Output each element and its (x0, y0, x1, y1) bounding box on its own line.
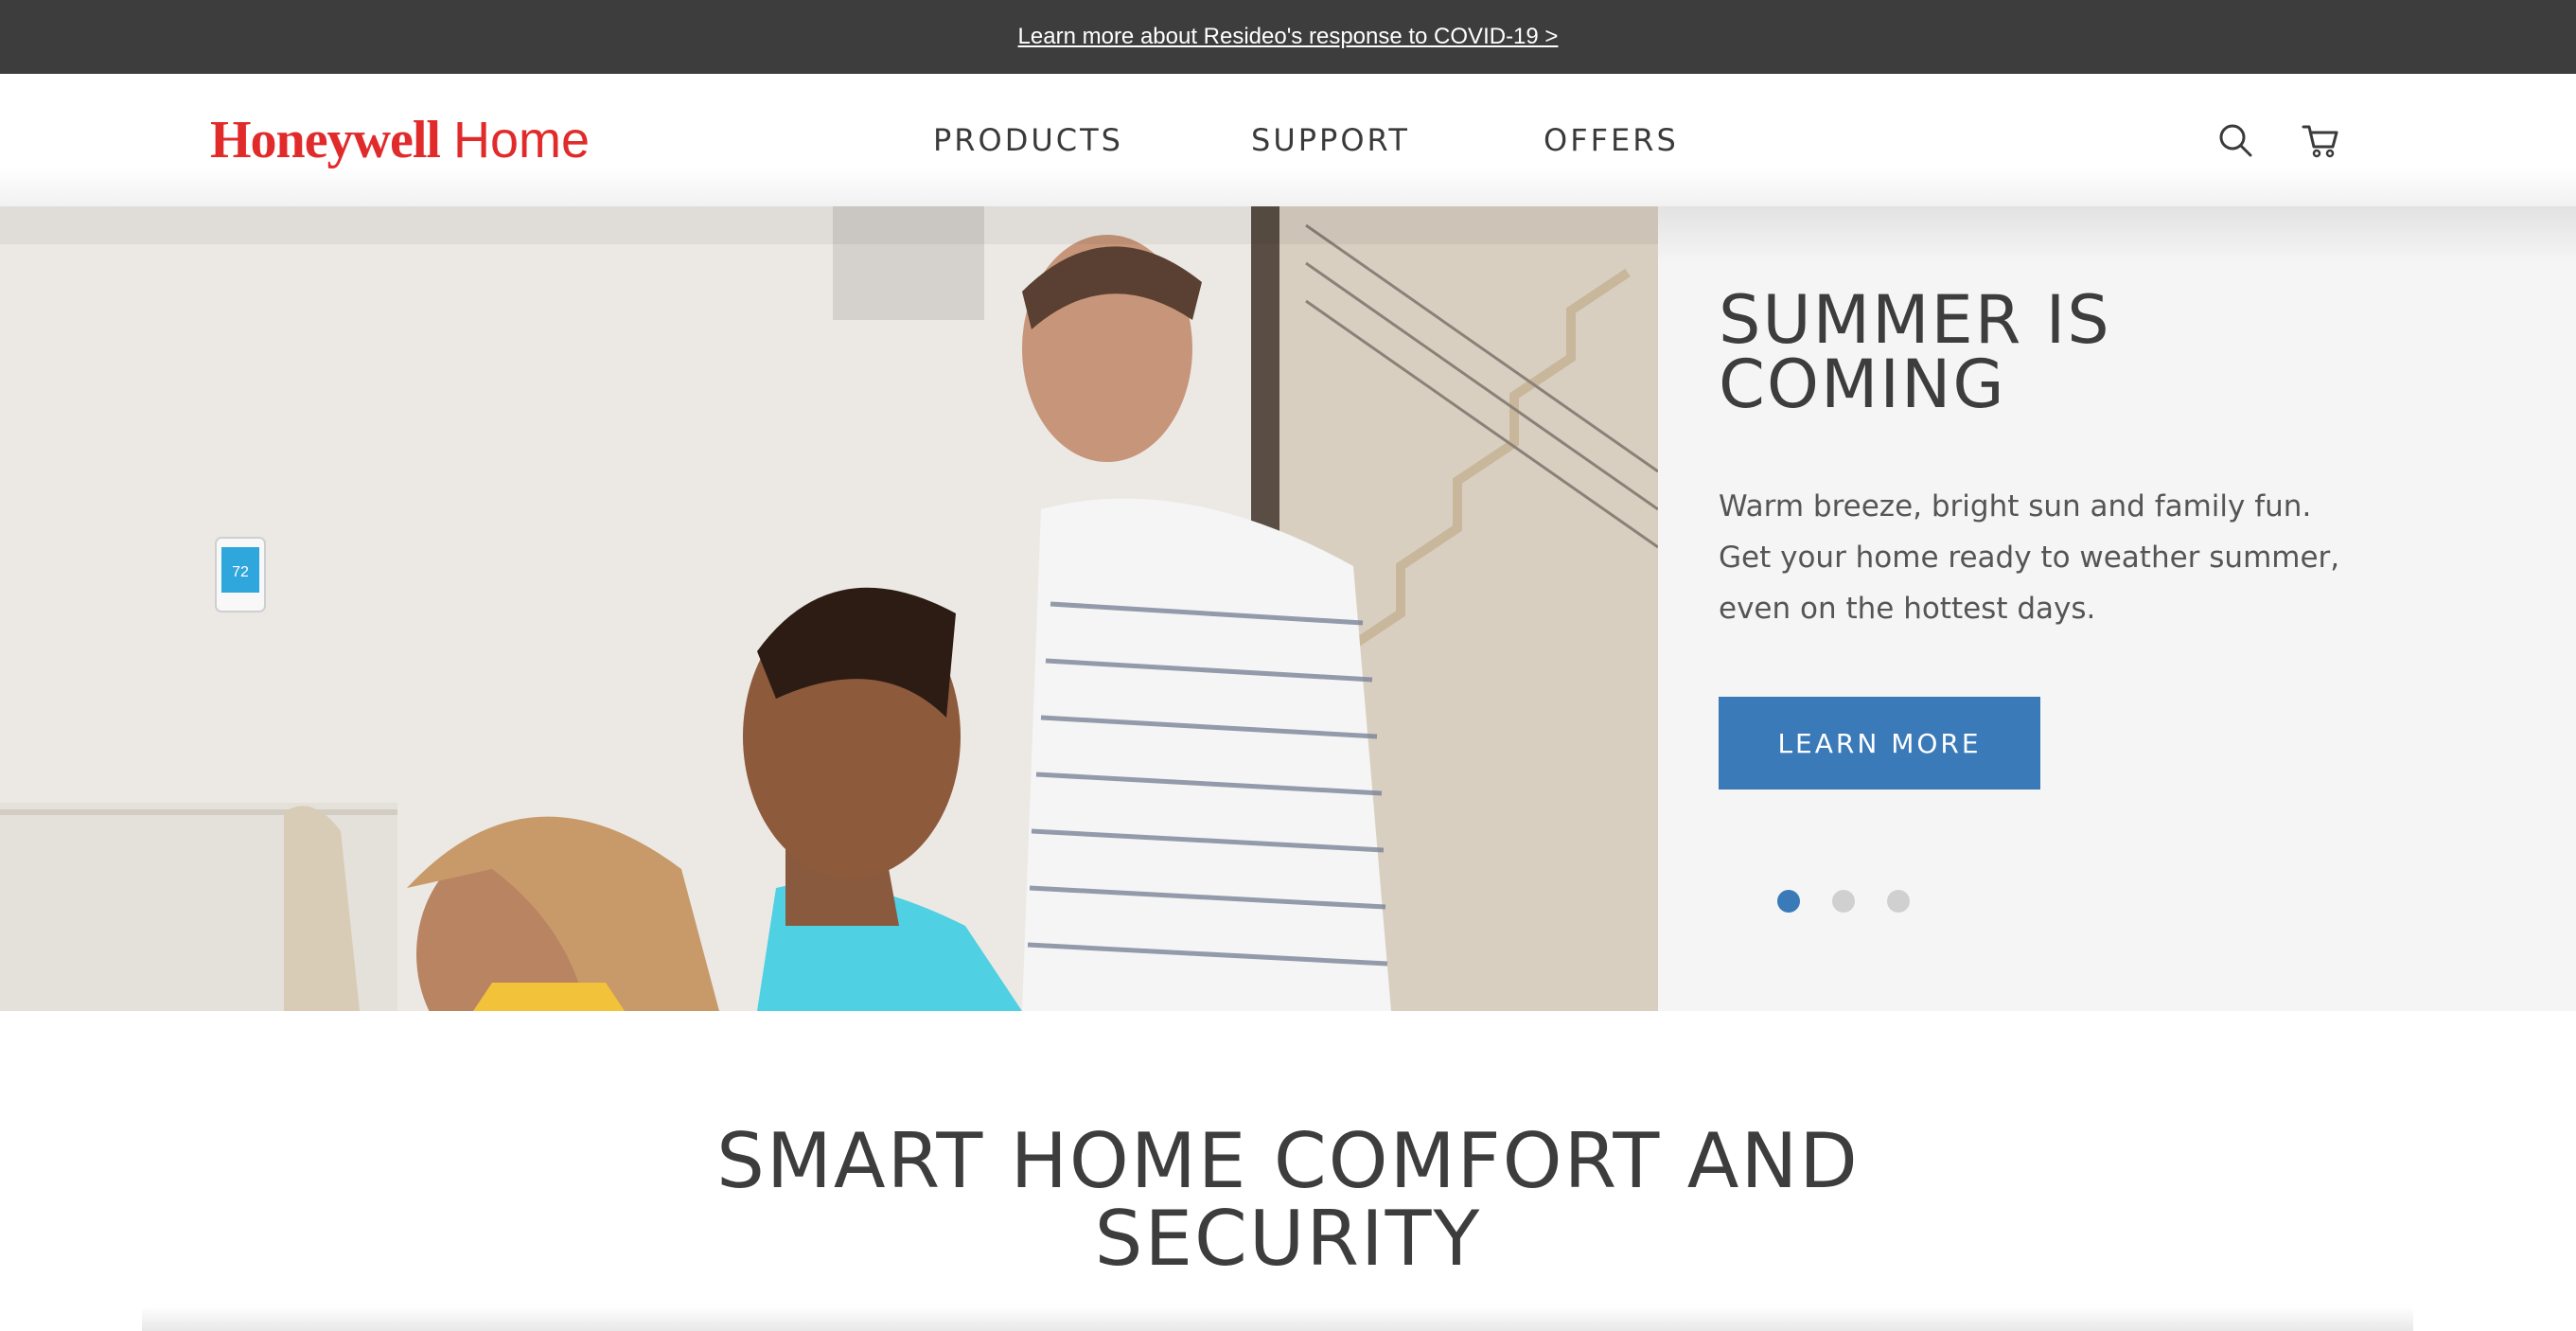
hero-carousel: 72 SUMMER IS COMING Warm breeze, bright … (0, 206, 2576, 1011)
section-title: SMART HOME COMFORT AND SECURITY (0, 1123, 2576, 1278)
search-icon[interactable] (2214, 119, 2256, 161)
carousel-dot-2[interactable] (1832, 890, 1855, 913)
section-title-text: SMART HOME COMFORT AND SECURITY (716, 1117, 1860, 1283)
carousel-dot-1[interactable] (1777, 890, 1800, 913)
hero-title: SUMMER IS COMING (1719, 281, 2111, 423)
honeywell-home-logo[interactable]: Honeywell Home (210, 110, 591, 169)
nav-products[interactable]: PRODUCTS (933, 122, 1123, 158)
carousel-dot-3[interactable] (1887, 890, 1910, 913)
cart-icon[interactable] (2300, 119, 2341, 161)
learn-more-button[interactable]: LEARN MORE (1719, 697, 2040, 790)
hero-description: Warm breeze, bright sun and family fun. … (1719, 489, 2340, 626)
nav-offers[interactable]: OFFERS (1544, 122, 1679, 158)
hero-family-image: 72 (0, 206, 1658, 1011)
logo-sub: Home (452, 112, 591, 169)
logo-brand: Honeywell (210, 111, 441, 169)
content-card-edge (142, 1306, 2413, 1331)
nav-support[interactable]: SUPPORT (1251, 122, 1410, 158)
thermostat-display: 72 (232, 564, 249, 580)
announcement-bar: Learn more about Resideo's response to C… (0, 0, 2576, 74)
site-header: Honeywell Home PRODUCTS SUPPORT OFFERS (0, 74, 2576, 206)
carousel-dots (1777, 890, 1942, 913)
covid-response-link[interactable]: Learn more about Resideo's response to C… (1018, 24, 1559, 50)
hero-content-panel: SUMMER IS COMING Warm breeze, bright sun… (1658, 206, 2576, 1011)
